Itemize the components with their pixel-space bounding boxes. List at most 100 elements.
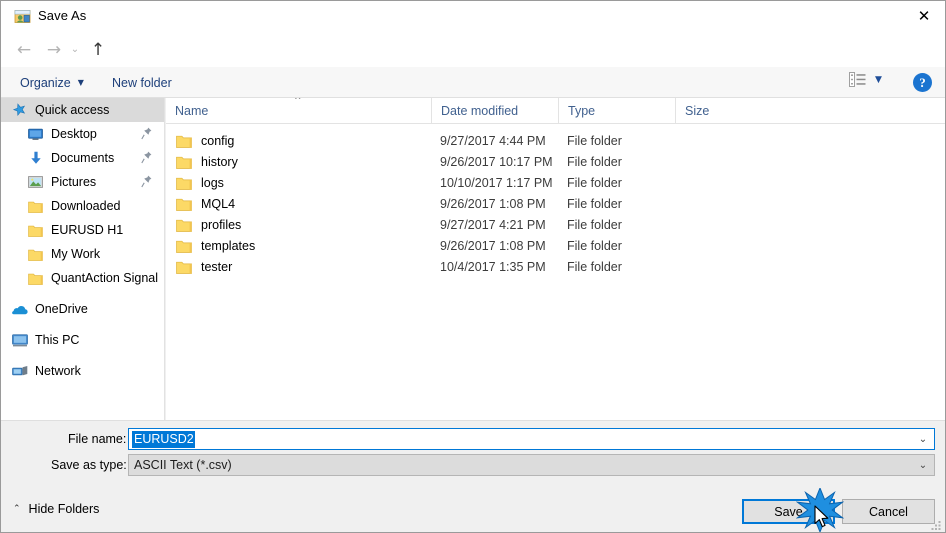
sidebar-item-label: Desktop [51, 127, 97, 141]
column-header-date-modified[interactable]: Date modified [431, 98, 558, 123]
documents-icon [27, 150, 44, 166]
sidebar-item-network[interactable]: Network [1, 359, 164, 383]
chevron-down-icon[interactable]: ⌄ [912, 460, 934, 471]
up-button[interactable]: ↑ [85, 37, 111, 63]
organize-button[interactable]: Organize ▼ [14, 72, 90, 93]
file-type: File folder [567, 217, 622, 232]
sidebar-item-label: This PC [35, 333, 80, 347]
hide-folders-button[interactable]: ⌃ Hide Folders [13, 502, 99, 516]
save-as-type-select[interactable]: ASCII Text (*.csv) ⌄ [128, 454, 935, 476]
sidebar-item-onedrive[interactable]: OneDrive [1, 297, 164, 321]
folder-icon [176, 156, 192, 169]
sidebar-item-this-pc[interactable]: This PC [1, 328, 164, 352]
file-type: File folder [567, 133, 622, 148]
table-row[interactable]: config 9/27/2017 4:44 PM File folder [166, 130, 945, 151]
column-headers: Name ^ Date modified Type Size [166, 98, 945, 124]
file-name: config [201, 133, 235, 148]
chevron-down-icon: ⌄ [70, 44, 80, 55]
sidebar-item-my-work[interactable]: My Work [1, 242, 164, 266]
file-type: File folder [567, 259, 622, 274]
sidebar-item-quantaction-signal[interactable]: QuantAction Signal [1, 266, 164, 290]
table-row[interactable]: profiles 9/27/2017 4:21 PM File folder [166, 214, 945, 235]
chevron-down-icon: ▼ [875, 74, 882, 85]
column-header-name[interactable]: Name ^ [166, 98, 431, 123]
change-view-button[interactable]: ▼ [849, 72, 882, 87]
sidebar-item-label: My Work [51, 247, 101, 261]
new-folder-label: New folder [112, 75, 172, 90]
sidebar-item-quick-access[interactable]: Quick access [1, 98, 164, 122]
folder-icon [176, 240, 192, 253]
file-name-cell: tester [166, 260, 431, 274]
folder-icon [176, 198, 192, 211]
chevron-up-icon: ⌃ [13, 504, 21, 514]
table-row[interactable]: tester 10/4/2017 1:35 PM File folder [166, 256, 945, 277]
file-name-label: File name: [68, 432, 127, 446]
forward-button[interactable]: → [41, 37, 67, 63]
forward-arrow-icon: → [46, 39, 62, 60]
save-as-dialog: Save As ✕ ← → ⌄ ↑ « Roaming › Met [0, 0, 946, 533]
file-name: logs [201, 175, 224, 190]
close-button[interactable]: ✕ [901, 1, 945, 32]
file-name-value: EURUSD2 [132, 430, 195, 448]
file-type: File folder [567, 175, 622, 190]
file-date: 9/26/2017 1:08 PM [440, 196, 546, 211]
navigation-bar: ← → ⌄ ↑ « Roaming › MetaQuotes › Termina… [1, 32, 945, 92]
pictures-icon [27, 174, 44, 190]
column-header-size[interactable]: Size [675, 98, 755, 123]
file-name-cell: history [166, 155, 431, 169]
sidebar-item-desktop[interactable]: Desktop [1, 122, 164, 146]
table-row[interactable]: templates 9/26/2017 1:08 PM File folder [166, 235, 945, 256]
this-pc-icon [11, 332, 28, 348]
desktop-icon [27, 126, 44, 142]
column-label: Name [175, 103, 209, 118]
recent-locations-button[interactable]: ⌄ [67, 37, 83, 63]
file-name-input[interactable]: EURUSD2 ⌄ [128, 428, 935, 450]
table-row[interactable]: MQL4 9/26/2017 1:08 PM File folder [166, 193, 945, 214]
organize-label: Organize [20, 75, 71, 90]
table-row[interactable]: history 9/26/2017 10:17 PM File folder [166, 151, 945, 172]
file-date: 10/10/2017 1:17 PM [440, 175, 553, 190]
close-icon: ✕ [917, 7, 931, 25]
folder-icon [27, 270, 44, 286]
new-folder-button[interactable]: New folder [106, 72, 178, 93]
help-button[interactable]: ? [913, 73, 932, 92]
file-date: 9/26/2017 10:17 PM [440, 154, 553, 169]
file-type: File folder [567, 196, 622, 211]
sidebar-item-label: Downloaded [51, 199, 121, 213]
table-row[interactable]: logs 10/10/2017 1:17 PM File folder [166, 172, 945, 193]
file-type: File folder [567, 154, 622, 169]
sidebar-item-eurusd-h1[interactable]: EURUSD H1 [1, 218, 164, 242]
column-header-type[interactable]: Type [558, 98, 675, 123]
sidebar-item-pictures[interactable]: Pictures [1, 170, 164, 194]
sidebar-item-downloaded[interactable]: Downloaded [1, 194, 164, 218]
folder-icon [176, 135, 192, 148]
sidebar-item-label: OneDrive [35, 302, 88, 316]
resize-grip[interactable] [930, 518, 943, 531]
star-icon [11, 102, 28, 118]
chevron-down-icon[interactable]: ⌄ [912, 434, 934, 445]
up-arrow-icon: ↑ [90, 39, 106, 60]
window-title: Save As [38, 8, 87, 23]
sidebar-item-documents[interactable]: Documents [1, 146, 164, 170]
file-name-cell: MQL4 [166, 197, 431, 211]
back-button[interactable]: ← [11, 37, 37, 63]
file-name: history [201, 154, 238, 169]
sidebar-item-label: QuantAction Signal [51, 271, 159, 285]
sidebar-item-label: EURUSD H1 [51, 223, 124, 237]
folder-icon [27, 198, 44, 214]
hide-folders-label: Hide Folders [28, 502, 100, 516]
save-label: Save [774, 504, 803, 519]
cancel-button[interactable]: Cancel [842, 499, 935, 524]
sidebar-item-label: Network [35, 364, 81, 378]
column-label: Size [685, 103, 710, 118]
save-button[interactable]: Save [742, 499, 835, 524]
pin-icon [141, 151, 152, 164]
cancel-label: Cancel [869, 504, 908, 519]
folder-icon [176, 261, 192, 274]
file-name-cell: templates [166, 239, 431, 253]
file-name-cell: logs [166, 176, 431, 190]
folder-icon [176, 219, 192, 232]
pin-icon [141, 127, 152, 140]
folder-icon [176, 177, 192, 190]
file-date: 9/27/2017 4:21 PM [440, 217, 546, 232]
